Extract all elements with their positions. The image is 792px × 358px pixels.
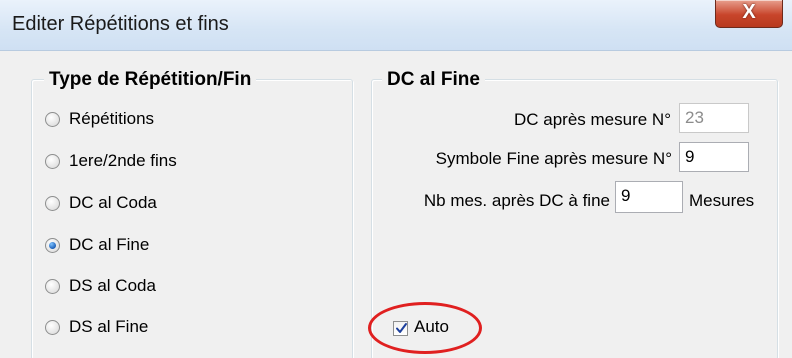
title-bar[interactable]: Editer Répétitions et fins X (0, 0, 792, 51)
fine-after-measure-label: Symbole Fine après mesure N° (435, 149, 672, 168)
measures-unit-label: Mesures (689, 191, 755, 210)
dc-after-measure-field: 23 (679, 103, 749, 133)
radio-label: DC al Fine (69, 235, 150, 254)
close-button[interactable]: X (715, 0, 783, 28)
radio-label: DC al Coda (69, 193, 157, 212)
auto-label: Auto (414, 317, 449, 336)
radio-label: DS al Fine (69, 317, 149, 336)
radio-button[interactable] (45, 112, 60, 127)
close-icon: X (742, 1, 756, 23)
repeat-type-group-title: Type de Répétition/Fin (44, 69, 257, 91)
dialog-window: Editer Répétitions et fins X Type de Rép… (0, 0, 792, 358)
checkmark-icon (396, 323, 407, 333)
dc-after-measure-label: DC après mesure N° (513, 110, 671, 129)
measures-after-dc-field[interactable]: 9 (615, 181, 683, 213)
radio-label: Répétitions (69, 109, 155, 128)
radio-button[interactable] (45, 320, 60, 335)
radio-button[interactable] (45, 279, 60, 294)
radio-label: 1ere/2nde fins (69, 151, 177, 170)
auto-checkbox[interactable] (393, 321, 408, 336)
measures-after-dc-label: Nb mes. après DC à fine (423, 191, 610, 210)
fine-after-measure-field[interactable]: 9 (679, 142, 749, 172)
radio-button[interactable] (45, 196, 60, 211)
dialog-body: Type de Répétition/Fin Répétitions 1ere/… (0, 51, 792, 358)
radio-button-selected[interactable] (45, 238, 60, 253)
window-title: Editer Répétitions et fins (12, 13, 229, 35)
radio-label: DS al Coda (69, 276, 156, 295)
radio-button[interactable] (45, 154, 60, 169)
dc-al-fine-group-title: DC al Fine (382, 69, 485, 91)
